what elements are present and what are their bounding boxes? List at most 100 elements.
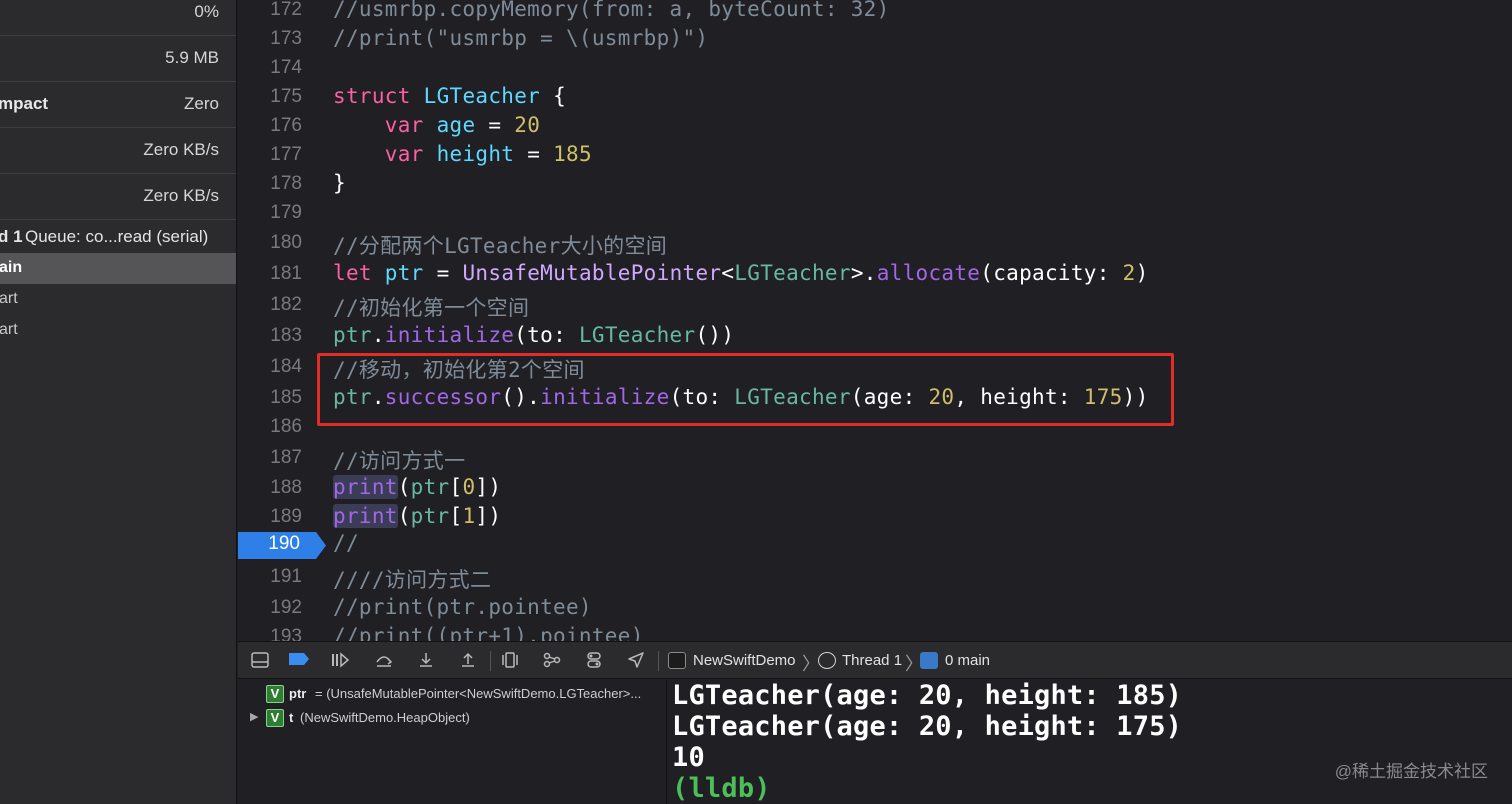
- line-number: 180: [270, 232, 302, 253]
- step-out-icon[interactable]: [458, 652, 478, 670]
- console-output-line: LGTeacher(age: 20, height: 185): [672, 680, 1183, 711]
- breadcrumb-thread[interactable]: Thread 1: [842, 652, 902, 669]
- gauge-value: Zero KB/s: [143, 140, 219, 159]
- line-number: 192: [270, 597, 302, 618]
- breadcrumb-process[interactable]: NewSwiftDemo: [693, 652, 796, 669]
- debug-navigator: 0% 5.9 MB mpact Zero Zero KB/s Zero KB/s…: [0, 0, 237, 804]
- simulate-location-icon[interactable]: [626, 652, 646, 670]
- lldb-prompt[interactable]: (lldb): [672, 773, 771, 804]
- gauge-memory[interactable]: 5.9 MB: [0, 36, 236, 82]
- line-number: 174: [270, 57, 302, 78]
- code-line[interactable]: 189 print(ptr[1]): [238, 503, 1512, 532]
- gauge-network[interactable]: Zero KB/s: [0, 174, 236, 220]
- code-line-current[interactable]: 190 //: [238, 530, 1512, 559]
- code-line[interactable]: 193 //print((ptr+1).pointee): [238, 623, 1512, 641]
- gauge-disk[interactable]: Zero KB/s: [0, 128, 236, 174]
- code-line[interactable]: 172 //usmrbp.copyMemory(from: a, byteCou…: [238, 0, 1512, 25]
- code-line[interactable]: 174: [238, 54, 1512, 83]
- continue-icon[interactable]: [330, 652, 350, 670]
- memory-graph-icon[interactable]: [542, 652, 562, 670]
- environment-overrides-icon[interactable]: [584, 652, 604, 670]
- code-text: print(ptr[1]): [333, 504, 502, 528]
- code-text: //: [333, 531, 359, 555]
- line-number: 187: [270, 447, 302, 468]
- step-into-icon[interactable]: [416, 652, 436, 670]
- console-output-line: LGTeacher(age: 20, height: 175): [672, 711, 1183, 742]
- code-line[interactable]: 188 print(ptr[0]): [238, 474, 1512, 503]
- line-number: 188: [270, 477, 302, 498]
- breadcrumb-chevron-icon: 〉: [802, 654, 820, 674]
- line-number: 181: [270, 263, 302, 284]
- breadcrumb-frame[interactable]: 0 main: [945, 652, 990, 669]
- code-text: ////访问方式二: [333, 568, 492, 592]
- code-text: //print((ptr+1).pointee): [333, 624, 644, 641]
- variables-view: V ptr = (UnsafeMutablePointer<NewSwiftDe…: [238, 680, 667, 804]
- disclosure-triangle-icon[interactable]: ▶: [250, 710, 258, 723]
- line-number: 190: [268, 533, 300, 554]
- gauge-value: Zero KB/s: [143, 186, 219, 205]
- code-line[interactable]: 183 ptr.initialize(to: LGTeacher()): [238, 322, 1512, 351]
- line-number: 176: [270, 115, 302, 136]
- line-number: 191: [270, 566, 302, 587]
- thread-queue: Queue: co...read (serial): [25, 227, 209, 246]
- toolbar-separator: [490, 651, 491, 671]
- thread-icon: [818, 652, 836, 669]
- line-number: 178: [270, 173, 302, 194]
- line-number: 177: [270, 144, 302, 165]
- code-text: let ptr = UnsafeMutablePointer<LGTeacher…: [333, 261, 1149, 285]
- line-number: 185: [270, 387, 302, 408]
- console-output-line: 10: [672, 742, 705, 773]
- code-line[interactable]: 180 //分配两个LGTeacher大小的空间: [238, 229, 1512, 258]
- code-line[interactable]: 187 //访问方式一: [238, 444, 1512, 473]
- line-number: 184: [270, 356, 302, 377]
- code-text: //print("usmrbp = \(usmrbp)"): [333, 26, 709, 50]
- code-line[interactable]: 191 ////访问方式二: [238, 563, 1512, 592]
- code-text: ptr.initialize(to: LGTeacher()): [333, 323, 735, 347]
- variable-badge: V: [266, 685, 284, 703]
- code-text: //初始化第一个空间: [333, 296, 530, 320]
- stack-frame-main[interactable]: ain: [0, 253, 236, 284]
- code-line[interactable]: 176 var age = 20: [238, 112, 1512, 141]
- breakpoints-toggle-icon[interactable]: [288, 652, 309, 670]
- variable-name: ptr: [289, 686, 307, 701]
- hide-debug-area-icon[interactable]: [250, 652, 270, 670]
- watermark: @稀土掘金技术社区: [1334, 762, 1488, 781]
- line-number: 172: [270, 0, 302, 20]
- thread-row[interactable]: d 1 Queue: co...read (serial): [0, 222, 236, 252]
- variable-value: = (UnsafeMutablePointer<NewSwiftDemo.LGT…: [315, 686, 642, 701]
- debug-bar: NewSwiftDemo 〉 Thread 1 〉 0 main: [238, 641, 1512, 679]
- code-text: }: [333, 171, 346, 195]
- code-line[interactable]: 177 var height = 185: [238, 141, 1512, 170]
- annotation-highlight-box: [317, 353, 1174, 426]
- variable-value: (NewSwiftDemo.HeapObject): [300, 710, 470, 725]
- code-line[interactable]: 192 //print(ptr.pointee): [238, 594, 1512, 623]
- code-text: //print(ptr.pointee): [333, 595, 592, 619]
- line-number: 173: [270, 28, 302, 49]
- code-line[interactable]: 175 struct LGTeacher {: [238, 83, 1512, 112]
- step-over-icon[interactable]: [374, 652, 394, 670]
- line-number: 193: [270, 626, 302, 641]
- debug-view-hierarchy-icon[interactable]: [500, 652, 520, 670]
- code-line[interactable]: 178 }: [238, 170, 1512, 199]
- code-text: //访问方式一: [333, 449, 466, 473]
- code-text: var age = 20: [384, 113, 541, 137]
- code-line[interactable]: 181 let ptr = UnsafeMutablePointer<LGTea…: [238, 260, 1512, 289]
- source-editor[interactable]: 172 //usmrbp.copyMemory(from: a, byteCou…: [238, 0, 1512, 641]
- gauge-cpu[interactable]: 0%: [0, 0, 236, 36]
- line-number: 179: [270, 202, 302, 223]
- stack-frame[interactable]: art: [0, 284, 236, 315]
- line-number: 175: [270, 86, 302, 107]
- app-icon: [668, 652, 686, 669]
- thread-name: d 1: [0, 227, 23, 246]
- gauge-energy-impact[interactable]: mpact Zero: [0, 82, 236, 128]
- code-line[interactable]: 179: [238, 199, 1512, 228]
- code-text: var height = 185: [384, 142, 592, 166]
- stack-frame[interactable]: art: [0, 315, 236, 346]
- line-number: 189: [270, 506, 302, 527]
- debug-console[interactable]: LGTeacher(age: 20, height: 185) LGTeache…: [668, 680, 1512, 804]
- variable-badge: V: [266, 709, 284, 727]
- line-number: 182: [270, 294, 302, 315]
- code-line[interactable]: 182 //初始化第一个空间: [238, 291, 1512, 320]
- gauge-value: Zero: [184, 94, 219, 113]
- code-line[interactable]: 173 //print("usmrbp = \(usmrbp)"): [238, 25, 1512, 54]
